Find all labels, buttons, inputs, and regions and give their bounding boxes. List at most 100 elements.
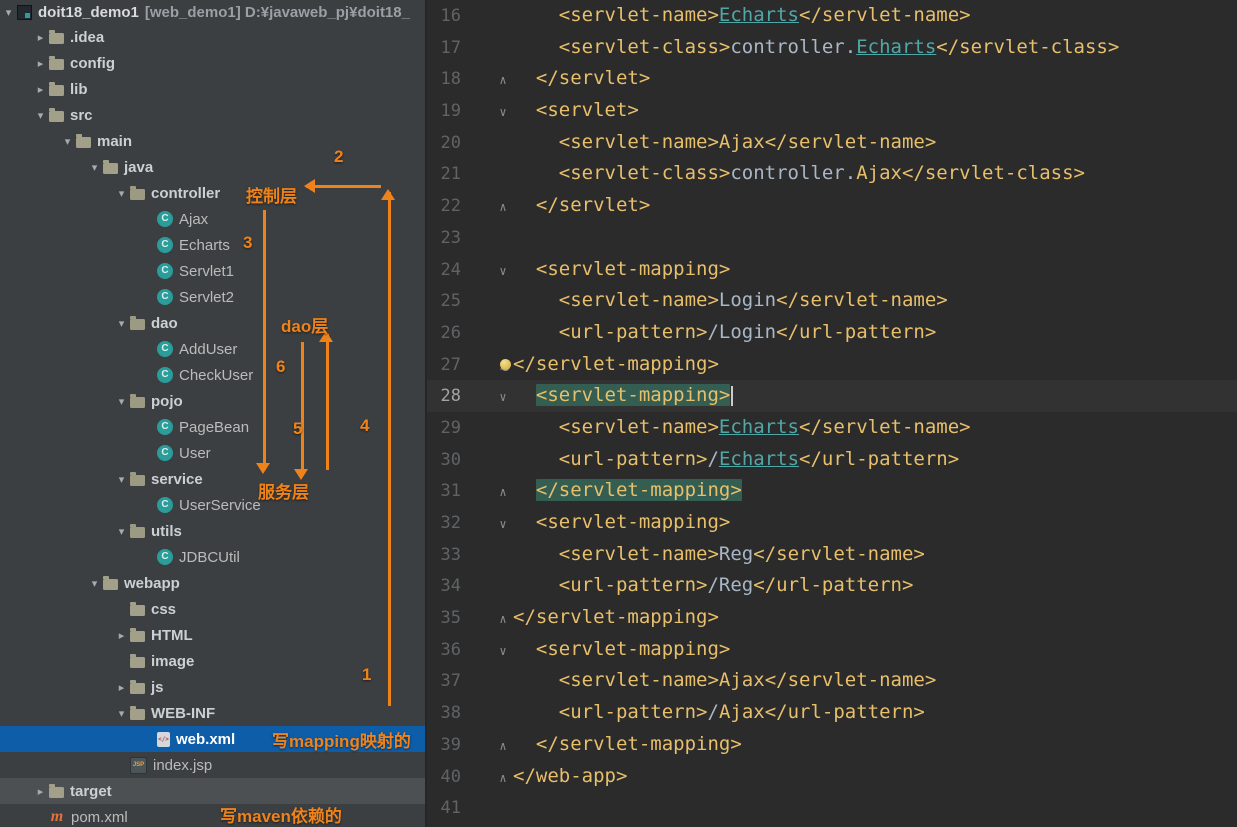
chevron-collapsed-icon[interactable]: ▸ [32, 83, 49, 96]
chevron-expanded-icon[interactable]: ▾ [0, 6, 17, 19]
chevron-expanded-icon[interactable]: ▾ [113, 317, 130, 330]
chevron-collapsed-icon[interactable]: ▸ [113, 681, 130, 694]
tree-item-controller[interactable]: ▾ controller [0, 180, 425, 206]
chevron-collapsed-icon[interactable]: ▸ [113, 629, 130, 642]
tree-item-pojo[interactable]: ▾ pojo [0, 388, 425, 414]
code-line-33[interactable]: 33 <servlet-name>Reg</servlet-name> [427, 539, 1237, 571]
fold-close-icon[interactable]: ∧ [495, 65, 511, 97]
tree-item-userservice[interactable]: C UserService [0, 492, 425, 518]
tree-item-java[interactable]: ▾ java [0, 154, 425, 180]
line-number: 18 [440, 69, 461, 90]
code-line-21[interactable]: 21 <servlet-class>controller.Ajax</servl… [427, 158, 1237, 190]
fold-close-icon[interactable]: ∧ [495, 731, 511, 763]
tree-item-src[interactable]: ▾ src [0, 102, 425, 128]
code-line-23[interactable]: 23 [427, 222, 1237, 254]
fold-close-icon[interactable]: ∧ [495, 604, 511, 636]
tree-item-pagebean[interactable]: C PageBean [0, 414, 425, 440]
code-line-40[interactable]: 40 ∧ </web-app> [427, 761, 1237, 793]
chevron-collapsed-icon[interactable]: ▸ [32, 785, 49, 798]
chevron-collapsed-icon[interactable]: ▸ [32, 31, 49, 44]
tree-item-config[interactable]: ▸ config [0, 50, 425, 76]
tree-item-ajax[interactable]: C Ajax [0, 206, 425, 232]
fold-open-icon[interactable]: ∨ [495, 636, 511, 668]
code-line-19[interactable]: 19 ∨ <servlet> [427, 95, 1237, 127]
chevron-expanded-icon[interactable]: ▾ [113, 525, 130, 538]
tree-item-index-jsp[interactable]: JSP index.jsp [0, 752, 425, 778]
tree-item-dao[interactable]: ▾ dao [0, 310, 425, 336]
tree-item-web-xml[interactable]: </> web.xml [0, 726, 425, 752]
chevron-expanded-icon[interactable]: ▾ [86, 161, 103, 174]
chevron-expanded-icon[interactable]: ▾ [113, 707, 130, 720]
code-line-30[interactable]: 30 <url-pattern>/Echarts</url-pattern> [427, 444, 1237, 476]
tree-item-jdbcutil[interactable]: C JDBCUtil [0, 544, 425, 570]
tree-item-lib[interactable]: ▸ lib [0, 76, 425, 102]
chevron-expanded-icon[interactable]: ▾ [113, 395, 130, 408]
code-line-41[interactable]: 41 [427, 792, 1237, 824]
code-line-24[interactable]: 24 ∨ <servlet-mapping> [427, 254, 1237, 286]
code-line-36[interactable]: 36 ∨ <servlet-mapping> [427, 634, 1237, 666]
code-line-35[interactable]: 35 ∧ </servlet-mapping> [427, 602, 1237, 634]
tree-item-html[interactable]: ▸ HTML [0, 622, 425, 648]
code-line-28[interactable]: 28 ∨ <servlet-mapping> [427, 380, 1237, 412]
tree-item-servlet2[interactable]: C Servlet2 [0, 284, 425, 310]
fold-open-icon[interactable]: ∨ [495, 256, 511, 288]
tree-item-checkuser[interactable]: C CheckUser [0, 362, 425, 388]
code-line-26[interactable]: 26 <url-pattern>/Login</url-pattern> [427, 317, 1237, 349]
tree-item-utils[interactable]: ▾ utils [0, 518, 425, 544]
code-line-16[interactable]: 16 <servlet-name>Echarts</servlet-name> [427, 0, 1237, 32]
fold-open-icon[interactable]: ∨ [495, 382, 511, 414]
chevron-collapsed-icon[interactable]: ▸ [32, 57, 49, 70]
chevron-expanded-icon[interactable]: ▾ [32, 109, 49, 122]
chevron-expanded-icon[interactable]: ▾ [113, 473, 130, 486]
tree-item-user[interactable]: C User [0, 440, 425, 466]
code-line-37[interactable]: 37 <servlet-name>Ajax</servlet-name> [427, 665, 1237, 697]
tree-item-webapp[interactable]: ▾ webapp [0, 570, 425, 596]
tree-item-label: java [124, 158, 154, 176]
tree-item-service[interactable]: ▾ service [0, 466, 425, 492]
chevron-expanded-icon[interactable]: ▾ [59, 135, 76, 148]
tree-item-servlet1[interactable]: C Servlet1 [0, 258, 425, 284]
code-token: <servlet-class> [558, 162, 731, 185]
tree-item-js[interactable]: ▸ js [0, 674, 425, 700]
fold-close-icon[interactable]: ∧ [495, 477, 511, 509]
tree-item-css[interactable]: css [0, 596, 425, 622]
chevron-expanded-icon[interactable]: ▾ [113, 187, 130, 200]
code-line-31[interactable]: 31 ∧ </servlet-mapping> [427, 475, 1237, 507]
fold-close-icon[interactable]: ∧ [495, 192, 511, 224]
code-line-38[interactable]: 38 <url-pattern>/Ajax</url-pattern> [427, 697, 1237, 729]
code-token: </url-pattern> [753, 574, 914, 597]
line-number: 26 [440, 322, 461, 343]
tree-item-pom-xml[interactable]: m pom.xml [0, 804, 425, 827]
code-line-39[interactable]: 39 ∧ </servlet-mapping> [427, 729, 1237, 761]
folder-icon [130, 628, 145, 642]
tree-item-label: utils [151, 522, 182, 540]
code-line-34[interactable]: 34 <url-pattern>/Reg</url-pattern> [427, 570, 1237, 602]
tree-item-echarts[interactable]: C Echarts [0, 232, 425, 258]
tree-item-project-root[interactable]: ▾ doit18_demo1 [web_demo1] D:¥javaweb_pj… [0, 0, 425, 24]
code-token: controller. [730, 162, 857, 185]
code-line-25[interactable]: 25 <servlet-name>Login</servlet-name> [427, 285, 1237, 317]
fold-open-icon[interactable]: ∨ [495, 509, 511, 541]
code-line-27[interactable]: 27∧</servlet-mapping> [427, 349, 1237, 381]
project-root-name: doit18_demo1 [38, 3, 139, 21]
tree-item-label: Ajax [179, 210, 209, 228]
code-line-17[interactable]: 17 <servlet-class>controller.Echarts</se… [427, 32, 1237, 64]
tree-item-image[interactable]: image [0, 648, 425, 674]
tree-item-label: main [97, 132, 133, 150]
intention-bulb-icon[interactable] [500, 358, 511, 370]
tree-item-label: index.jsp [153, 756, 213, 774]
chevron-expanded-icon[interactable]: ▾ [86, 577, 103, 590]
code-line-32[interactable]: 32 ∨ <servlet-mapping> [427, 507, 1237, 539]
tree-item-web-inf[interactable]: ▾ WEB-INF [0, 700, 425, 726]
code-line-20[interactable]: 20 <servlet-name>Ajax</servlet-name> [427, 127, 1237, 159]
editor-pane[interactable]: 16 <servlet-name>Echarts</servlet-name> 1… [427, 0, 1237, 827]
tree-item-target[interactable]: ▸ target [0, 778, 425, 804]
code-line-22[interactable]: 22 ∧ </servlet> [427, 190, 1237, 222]
code-line-18[interactable]: 18 ∧ </servlet> [427, 63, 1237, 95]
fold-open-icon[interactable]: ∨ [495, 97, 511, 129]
code-line-29[interactable]: 29 <servlet-name>Echarts</servlet-name> [427, 412, 1237, 444]
tree-item-adduser[interactable]: C AddUser [0, 336, 425, 362]
tree-item--idea[interactable]: ▸ .idea [0, 24, 425, 50]
tree-item-main[interactable]: ▾ main [0, 128, 425, 154]
fold-close-icon[interactable]: ∧ [495, 763, 511, 795]
